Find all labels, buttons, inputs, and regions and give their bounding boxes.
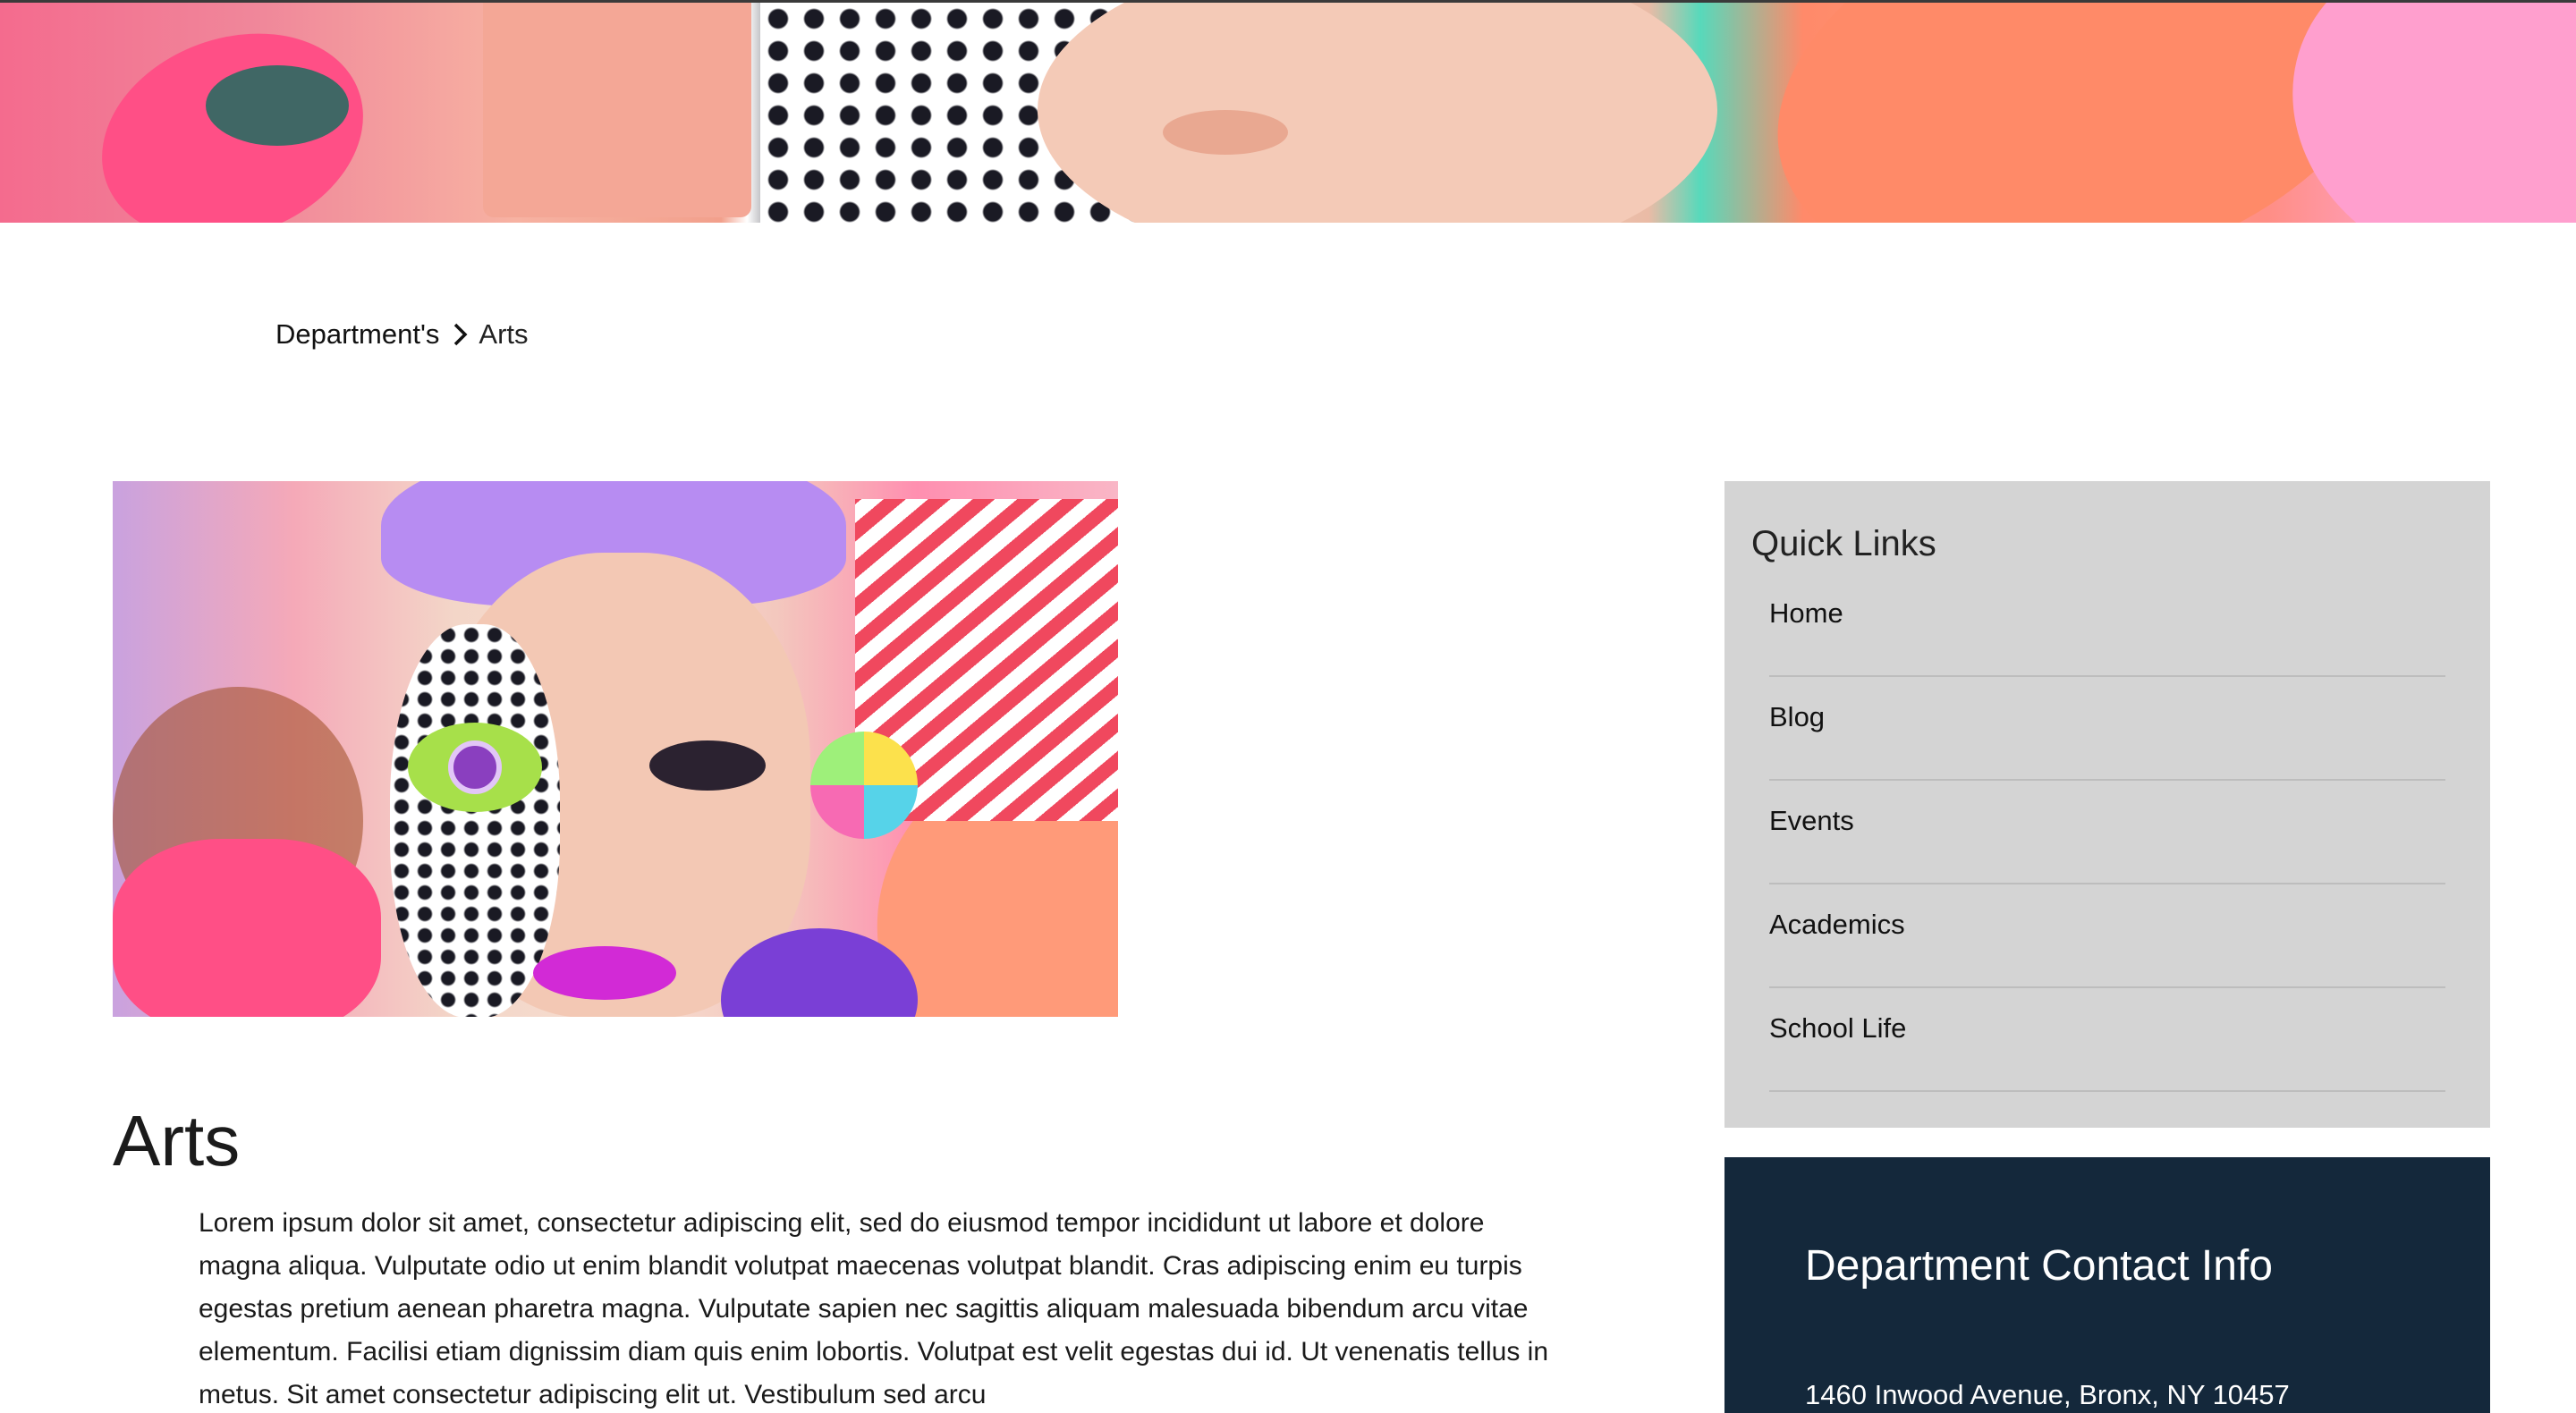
quick-links-panel: Quick Links Home Blog Events Academics S…	[1724, 481, 2490, 1128]
quick-link-academics[interactable]: Academics	[1769, 884, 2445, 988]
department-contact-panel: Department Contact Info 1460 Inwood Aven…	[1724, 1157, 2490, 1413]
hero-banner-image	[0, 0, 2576, 223]
contact-title: Department Contact Info	[1805, 1242, 2273, 1290]
quick-link-events[interactable]: Events	[1769, 781, 2445, 884]
breadcrumb: Department's Arts	[275, 318, 529, 351]
quick-links-title: Quick Links	[1751, 524, 1936, 563]
quick-link-blog[interactable]: Blog	[1769, 677, 2445, 781]
chevron-right-icon	[448, 321, 473, 348]
quick-link-home[interactable]: Home	[1769, 573, 2445, 677]
quick-link-school-life[interactable]: School Life	[1769, 988, 2445, 1092]
quick-links-list: Home Blog Events Academics School Life	[1769, 573, 2445, 1092]
breadcrumb-link-departments[interactable]: Department's	[275, 318, 439, 351]
page-title: Arts	[113, 1101, 241, 1180]
article-body: Lorem ipsum dolor sit amet, consectetur …	[199, 1208, 1549, 1409]
breadcrumb-current: Arts	[479, 318, 529, 350]
feature-image	[113, 481, 1118, 1017]
contact-address: 1460 Inwood Avenue, Bronx, NY 10457	[1805, 1379, 2290, 1410]
